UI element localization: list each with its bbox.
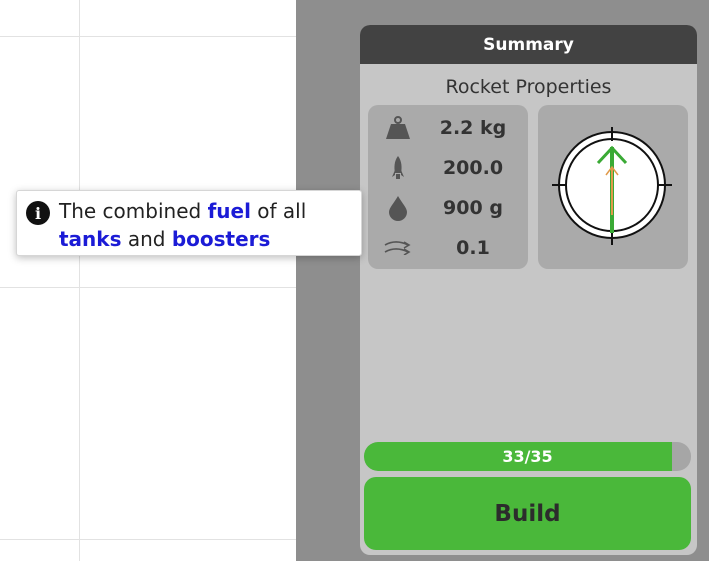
thrust-value: 200.0	[442, 157, 504, 179]
build-button[interactable]: Build	[364, 477, 691, 550]
info-icon: i	[26, 201, 50, 225]
drag-value: 0.1	[456, 237, 490, 259]
summary-panel: Summary Rocket Properties 2.2 kg 200.0 9…	[360, 25, 697, 555]
fuel-drop-icon	[368, 195, 428, 221]
stability-compass	[552, 127, 672, 245]
progress-label: 33/35	[502, 447, 553, 466]
weight-icon	[368, 116, 428, 140]
tooltip-text: of all	[250, 199, 307, 223]
property-row-thrust[interactable]: 200.0	[368, 148, 528, 188]
stability-indicator-box	[538, 105, 688, 269]
panel-title: Summary	[360, 25, 697, 64]
tooltip-text: and	[121, 227, 172, 251]
tooltip-text-line: The combined fuel of all	[59, 199, 306, 223]
fuel-value: 900 g	[443, 197, 503, 219]
property-row-drag[interactable]: 0.1	[368, 228, 528, 268]
rocket-properties-box: 2.2 kg 200.0 900 g 0.1	[368, 105, 528, 269]
drag-airflow-icon	[368, 241, 428, 255]
grid-line	[0, 539, 296, 540]
property-row-mass[interactable]: 2.2 kg	[368, 108, 528, 148]
tooltip-keyword-tanks: tanks	[59, 227, 122, 251]
tooltip-text: The combined	[59, 199, 208, 223]
grid-line	[0, 36, 296, 37]
thrust-icon	[368, 156, 428, 180]
property-row-fuel[interactable]: 900 g	[368, 188, 528, 228]
grid-line	[0, 287, 296, 288]
fuel-tooltip: i The combined fuel of all tanks and boo…	[16, 190, 362, 256]
panel-subtitle: Rocket Properties	[445, 76, 612, 98]
part-count-progress: 33/35	[364, 442, 691, 471]
build-workspace[interactable]	[0, 0, 296, 561]
mass-value: 2.2 kg	[439, 117, 507, 139]
tooltip-text-line: tanks and boosters	[59, 227, 270, 251]
tooltip-keyword-boosters: boosters	[171, 227, 271, 251]
grid-line	[79, 0, 80, 561]
tooltip-keyword-fuel: fuel	[207, 199, 251, 223]
